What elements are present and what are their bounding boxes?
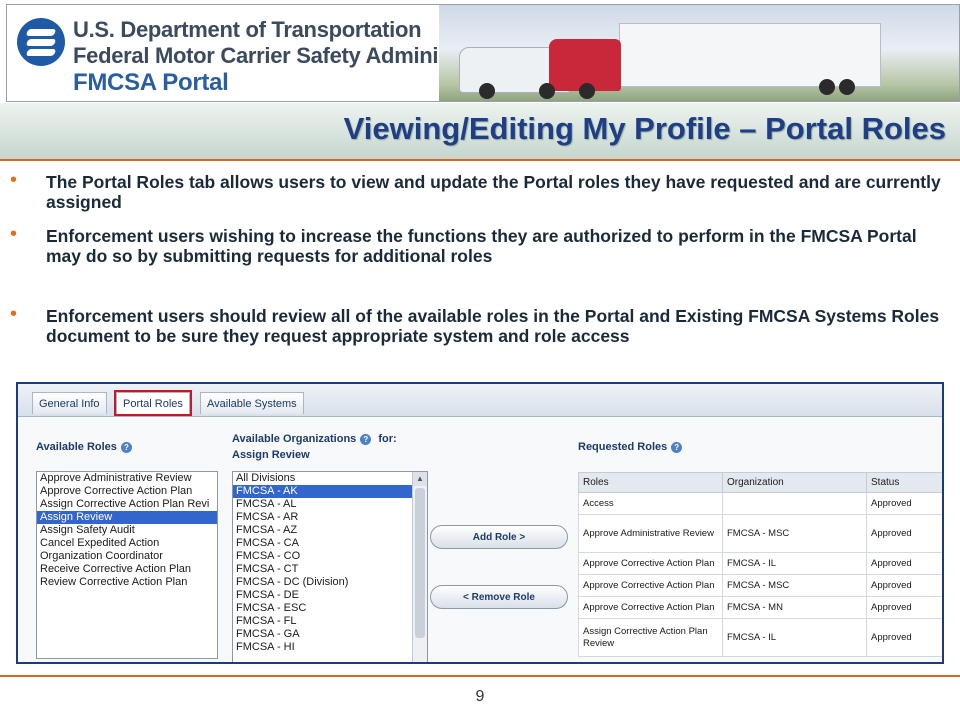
table-row[interactable]: Approve Corrective Action Plan FMCSA - MN… xyxy=(578,596,942,619)
role-option[interactable]: Assign Review xyxy=(37,511,217,524)
requested-roles-table: Roles Organization Status Access Approved… xyxy=(578,472,942,657)
assign-target-label: Assign Review xyxy=(232,449,310,461)
organization-option[interactable]: FMCSA - FL xyxy=(233,615,412,628)
header-banner: U.S. Department of Transportation Federa… xyxy=(6,4,960,102)
organization-cell: FMCSA - IL xyxy=(722,618,867,657)
role-cell: Approve Corrective Action Plan xyxy=(578,596,723,619)
tab-portal-roles[interactable]: Portal Roles xyxy=(114,390,192,416)
organization-option[interactable]: FMCSA - DC (Division) xyxy=(233,576,412,589)
status-cell: Approved xyxy=(866,574,942,597)
status-cell: Approved xyxy=(866,514,942,553)
available-orgs-heading: Available Organizations? for: xyxy=(232,433,397,445)
table-row[interactable]: Approve Administrative Review FMCSA - MSC… xyxy=(578,514,942,553)
organization-option[interactable]: FMCSA - CO xyxy=(233,550,412,563)
table-row[interactable]: Assign Corrective Action Plan Review FMCS… xyxy=(578,618,942,657)
role-cell: Access xyxy=(578,492,723,515)
org-name-line1: U.S. Department of Transportation xyxy=(73,17,422,42)
status-cell: Approved xyxy=(866,492,942,515)
dot-logo-icon xyxy=(17,18,65,66)
status-cell: Approved xyxy=(866,552,942,575)
tab-available-systems[interactable]: Available Systems xyxy=(200,392,304,414)
column-header-status[interactable]: Status xyxy=(866,472,942,493)
bullet-dot-icon: • xyxy=(10,303,18,325)
table-row[interactable]: Approve Corrective Action Plan FMCSA - IL… xyxy=(578,552,942,575)
role-cell: Approve Administrative Review xyxy=(578,514,723,553)
table-header-row: Roles Organization Status xyxy=(578,472,942,493)
portal-name: FMCSA Portal xyxy=(73,69,229,96)
available-roles-listbox[interactable]: Approve Administrative Review Approve Cor… xyxy=(36,471,218,659)
role-cell: Approve Corrective Action Plan xyxy=(578,552,723,575)
role-option[interactable]: Review Corrective Action Plan xyxy=(37,576,217,589)
organization-option[interactable]: All Divisions xyxy=(233,472,412,485)
requested-roles-heading: Requested Roles? xyxy=(578,441,683,453)
organization-option[interactable]: FMCSA - HI xyxy=(233,641,412,654)
column-header-organization[interactable]: Organization xyxy=(722,472,867,493)
orgs-scrollbar[interactable]: ▲ xyxy=(412,472,427,662)
role-option[interactable]: Receive Corrective Action Plan xyxy=(37,563,217,576)
role-cell: Approve Corrective Action Plan xyxy=(578,574,723,597)
organization-option[interactable]: FMCSA - AL xyxy=(233,498,412,511)
help-icon[interactable]: ? xyxy=(360,433,372,445)
help-icon[interactable]: ? xyxy=(120,441,132,453)
portal-roles-screenshot: General Info Portal Roles Available Syst… xyxy=(16,382,944,664)
add-role-button[interactable]: Add Role > xyxy=(430,525,568,549)
title-band: Viewing/Editing My Profile – Portal Role… xyxy=(0,103,960,161)
organization-option[interactable]: FMCSA - AK xyxy=(233,485,412,498)
bullet-dot-icon: • xyxy=(10,169,18,191)
column-header-roles[interactable]: Roles xyxy=(578,472,723,493)
role-option[interactable]: Assign Corrective Action Plan Revi xyxy=(37,498,217,511)
tab-general-info[interactable]: General Info xyxy=(32,392,107,414)
help-icon[interactable]: ? xyxy=(671,441,683,453)
organization-cell: FMCSA - MN xyxy=(722,596,867,619)
organization-option[interactable]: FMCSA - DE xyxy=(233,589,412,602)
banner-vehicles-image xyxy=(439,5,959,101)
role-option[interactable]: Cancel Expedited Action xyxy=(37,537,217,550)
role-option[interactable]: Approve Corrective Action Plan xyxy=(37,485,217,498)
status-cell: Approved xyxy=(866,618,942,657)
role-option[interactable]: Organization Coordinator xyxy=(37,550,217,563)
page-title: Viewing/Editing My Profile – Portal Role… xyxy=(343,111,946,146)
footer-rule xyxy=(0,675,960,677)
scroll-thumb[interactable] xyxy=(415,488,425,638)
organization-option[interactable]: FMCSA - CT xyxy=(233,563,412,576)
organization-cell: FMCSA - MSC xyxy=(722,574,867,597)
available-roles-heading: Available Roles? xyxy=(36,441,132,453)
scroll-up-icon[interactable]: ▲ xyxy=(413,472,427,486)
organization-option[interactable]: FMCSA - ESC xyxy=(233,602,412,615)
organization-option[interactable]: FMCSA - AR xyxy=(233,511,412,524)
role-cell: Assign Corrective Action Plan Review xyxy=(578,618,723,657)
table-row[interactable]: Approve Corrective Action Plan FMCSA - MS… xyxy=(578,574,942,597)
tab-bar: General Info Portal Roles Available Syst… xyxy=(18,384,942,417)
remove-role-button[interactable]: < Remove Role xyxy=(430,585,568,609)
role-option[interactable]: Approve Administrative Review xyxy=(37,472,217,485)
status-cell: Approved xyxy=(866,596,942,619)
bullet-dot-icon: • xyxy=(10,223,18,245)
organization-cell: FMCSA - MSC xyxy=(722,514,867,553)
table-row[interactable]: Access Approved xyxy=(578,492,942,515)
page-number: 9 xyxy=(475,688,485,705)
organization-option[interactable]: FMCSA - AZ xyxy=(233,524,412,537)
organization-cell: FMCSA - IL xyxy=(722,552,867,575)
organization-cell xyxy=(722,492,867,515)
organization-option[interactable]: FMCSA - CA xyxy=(233,537,412,550)
role-option[interactable]: Assign Safety Audit xyxy=(37,524,217,537)
available-orgs-listbox[interactable]: All Divisions FMCSA - AK FMCSA - AL FMCSA -… xyxy=(232,471,428,662)
organization-option[interactable]: FMCSA - GA xyxy=(233,628,412,641)
